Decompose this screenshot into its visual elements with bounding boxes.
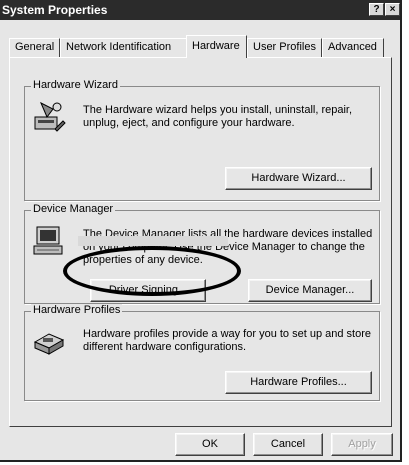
tab-user-profiles[interactable]: User Profiles bbox=[247, 38, 322, 57]
hardware-wizard-description: The Hardware wizard helps you install, u… bbox=[83, 104, 353, 129]
device-manager-description: The Device Manager lists all the hardwar… bbox=[83, 228, 373, 266]
hardware-wizard-button[interactable]: Hardware Wizard... bbox=[225, 167, 372, 190]
help-button[interactable]: ? bbox=[369, 3, 384, 16]
computer-icon bbox=[33, 226, 63, 255]
title-bar[interactable]: System Properties ? × bbox=[0, 0, 400, 20]
hardware-profiles-description: Hardware profiles provide a way for you … bbox=[83, 328, 371, 353]
apply-button[interactable]: Apply bbox=[331, 433, 393, 456]
cancel-button[interactable]: Cancel bbox=[253, 433, 323, 456]
tab-advanced[interactable]: Advanced bbox=[322, 38, 384, 57]
device-manager-button[interactable]: Device Manager... bbox=[248, 279, 372, 302]
hardware-wizard-icon bbox=[34, 101, 66, 132]
tab-network-identification[interactable]: Network Identification bbox=[60, 38, 187, 57]
hardware-profiles-button[interactable]: Hardware Profiles... bbox=[225, 371, 372, 394]
tab-hardware[interactable]: Hardware bbox=[186, 35, 247, 58]
hardware-wizard-group: Hardware Wizard The Hardware wizard help… bbox=[24, 79, 380, 201]
obscured-text-region bbox=[78, 236, 228, 246]
hardware-wizard-group-label: Hardware Wizard bbox=[31, 79, 120, 91]
device-manager-group: Device Manager The Device Manager lists … bbox=[24, 203, 380, 304]
hardware-profiles-group-label: Hardware Profiles bbox=[31, 304, 123, 316]
window-title: System Properties bbox=[2, 3, 108, 17]
driver-signing-button[interactable]: Driver Signing... bbox=[90, 279, 206, 302]
hardware-profiles-group: Hardware Profiles Hardware profiles prov… bbox=[24, 304, 380, 401]
ok-button[interactable]: OK bbox=[175, 433, 245, 456]
system-properties-dialog: System Properties ? × General Network Id… bbox=[0, 0, 402, 462]
tab-general[interactable]: General bbox=[9, 38, 60, 57]
close-button[interactable]: × bbox=[385, 3, 400, 16]
device-manager-group-label: Device Manager bbox=[31, 203, 116, 215]
hardware-profiles-icon bbox=[33, 333, 65, 355]
